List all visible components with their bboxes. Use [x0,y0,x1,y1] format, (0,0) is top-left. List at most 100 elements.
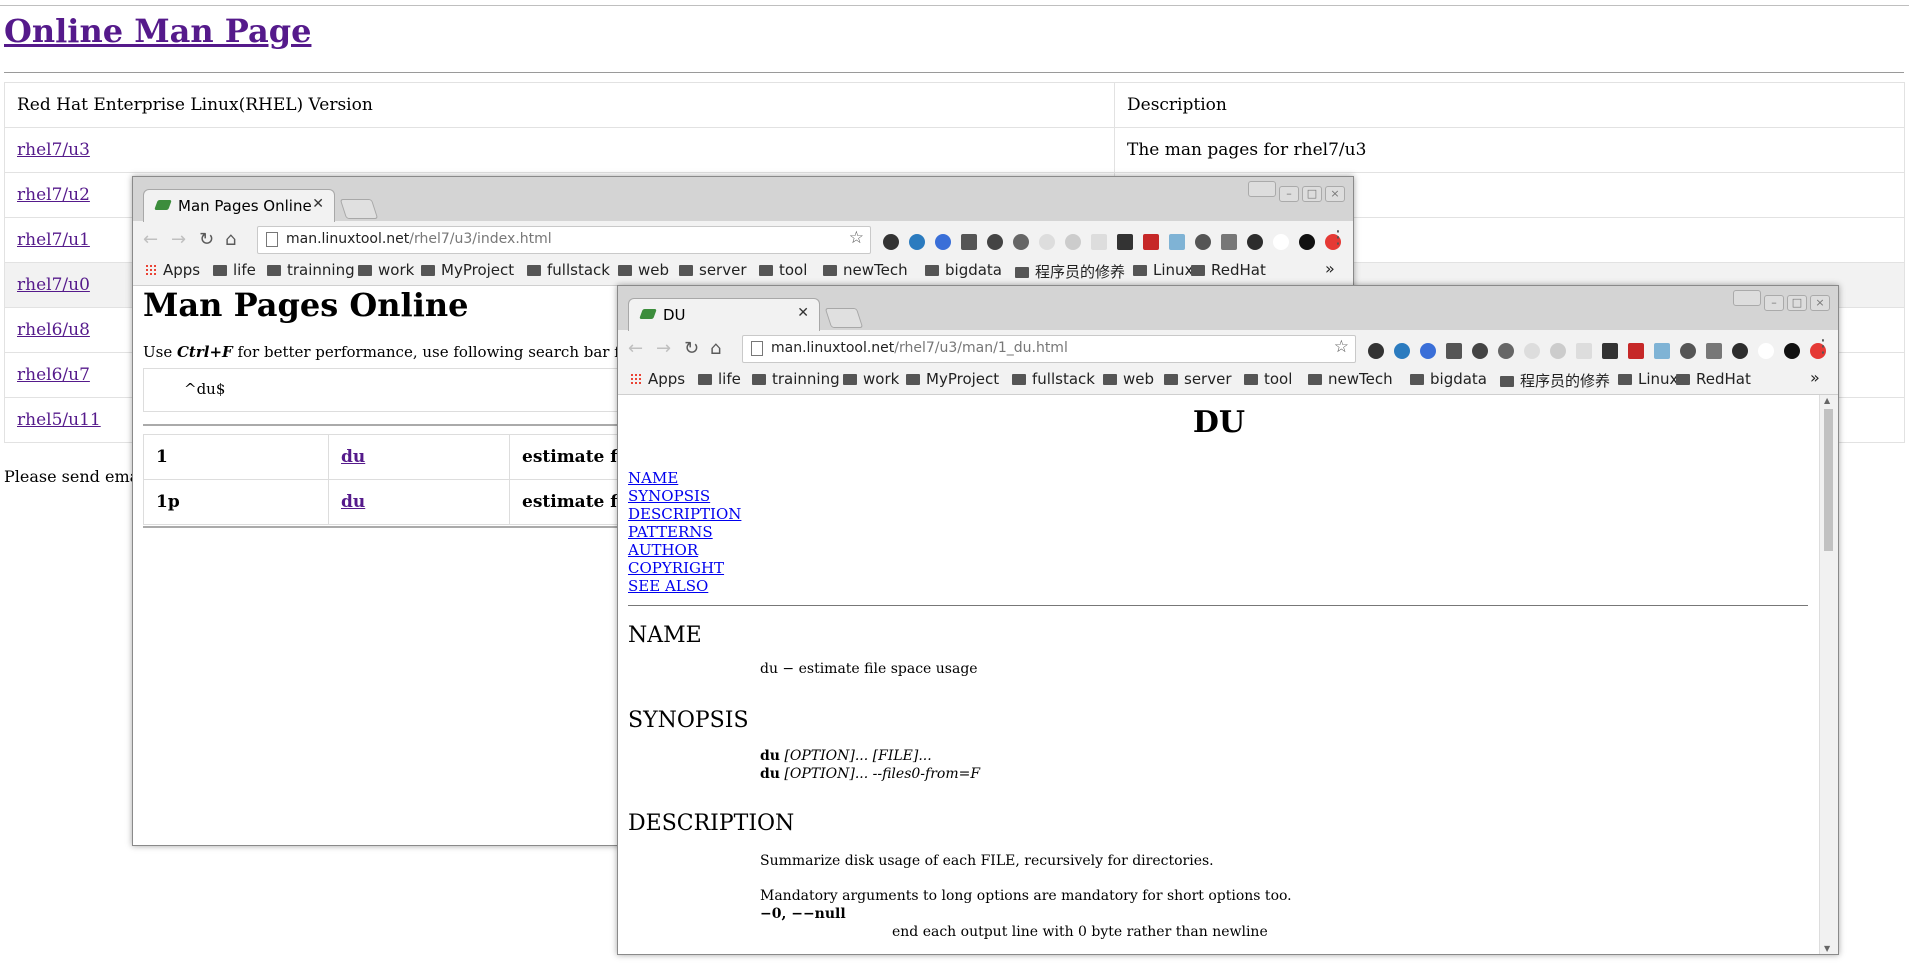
scrollbar-thumb[interactable] [1824,409,1833,551]
bookmark-folder[interactable]: MyProject [906,370,999,388]
extension-icon[interactable] [1550,342,1566,359]
new-tab-button[interactable] [339,199,379,219]
toc-link-patterns[interactable]: PATTERNS [628,523,741,541]
bookmark-folder[interactable]: Linux [1618,370,1678,388]
version-link[interactable]: rhel6/u8 [17,320,90,340]
s-extension-icon[interactable] [961,233,977,250]
new-tab-button[interactable] [824,308,864,328]
bookmark-folder[interactable]: trainning [267,261,355,279]
toc-link-name[interactable]: NAME [628,469,741,487]
bookmark-folder[interactable]: trainning [752,370,840,388]
toc-link-synopsis[interactable]: SYNOPSIS [628,487,741,505]
image-icon[interactable] [1169,233,1185,250]
address-bar[interactable]: man.linuxtool.net/rhel7/u3/index.html ☆ [257,226,871,254]
globe-icon[interactable] [935,233,951,250]
result-link[interactable]: du [341,447,365,467]
back-icon[interactable]: ← [628,338,643,359]
version-link[interactable]: rhel7/u0 [17,275,90,295]
bookmark-folder[interactable]: RedHat [1676,370,1751,388]
x-extension-icon[interactable] [1117,233,1133,250]
extension-icon[interactable] [1680,342,1696,359]
extension-icon[interactable] [1299,233,1315,250]
reload-icon[interactable]: ↻ [684,338,699,359]
bookmark-folder[interactable]: fullstack [527,261,610,279]
bookmark-folder[interactable]: 程序员的修养 [1500,370,1610,391]
version-link[interactable]: rhel6/u7 [17,365,90,385]
bookmark-folder[interactable]: bigdata [925,261,1002,279]
home-icon[interactable]: ⌂ [225,229,236,250]
cjs-icon[interactable] [1273,233,1289,250]
tab-man-pages-online[interactable]: Man Pages Online ✕ [143,189,335,222]
bookmark-folder[interactable]: life [213,261,256,279]
bookmark-folder[interactable]: server [679,261,746,279]
bookmarks-overflow-button[interactable]: » [1810,368,1820,387]
toc-link-description[interactable]: DESCRIPTION [628,505,741,523]
profile-icon[interactable] [1248,181,1276,197]
extension-icon[interactable] [1221,233,1237,250]
extension-icon[interactable] [1065,233,1081,250]
book-icon[interactable] [1628,342,1644,359]
bookmark-star-icon[interactable]: ☆ [1334,337,1349,357]
scroll-up-icon[interactable]: ▲ [1824,396,1830,405]
maximize-button[interactable]: □ [1302,186,1322,202]
gear-icon[interactable] [1368,342,1384,359]
bookmark-folder[interactable]: MyProject [421,261,514,279]
bookmark-folder[interactable]: work [843,370,899,388]
bookmark-star-icon[interactable]: ☆ [849,228,864,248]
bookmark-folder[interactable]: Linux [1133,261,1193,279]
x-extension-icon[interactable] [1602,342,1618,359]
bookmark-folder[interactable]: 程序员的修养 [1015,261,1125,282]
bookmark-apps[interactable]: Apps [630,370,685,388]
gear-icon[interactable] [883,233,899,250]
bookmarks-overflow-button[interactable]: » [1325,259,1335,278]
minimize-button[interactable]: – [1279,186,1299,202]
profile-icon[interactable] [1733,290,1761,306]
bookmark-folder[interactable]: tool [759,261,807,279]
angular-icon[interactable] [1472,342,1488,359]
globe-icon[interactable] [1420,342,1436,359]
bookmark-folder[interactable]: newTech [1308,370,1393,388]
version-link[interactable]: rhel5/u11 [17,410,101,430]
result-link[interactable]: du [341,492,365,512]
minimize-button[interactable]: – [1764,295,1784,311]
menu-icon[interactable]: ⋮ [1814,336,1832,357]
extension-icon[interactable] [1706,342,1722,359]
bookmark-folder[interactable]: bigdata [1410,370,1487,388]
version-link[interactable]: rhel7/u1 [17,230,90,250]
bookmark-folder[interactable]: server [1164,370,1231,388]
bookmark-folder[interactable]: web [618,261,669,279]
extension-icon[interactable] [1195,233,1211,250]
toc-link-copyright[interactable]: COPYRIGHT [628,559,741,577]
book-icon[interactable] [1143,233,1159,250]
maximize-button[interactable]: □ [1787,295,1807,311]
bookmark-folder[interactable]: work [358,261,414,279]
address-bar[interactable]: man.linuxtool.net/rhel7/u3/man/1_du.html… [742,335,1356,363]
bookmark-folder[interactable]: newTech [823,261,908,279]
home-icon[interactable]: ⌂ [710,338,721,359]
page-title-link[interactable]: Online Man Page [4,12,311,50]
globe-icon[interactable] [909,233,925,250]
extension-icon[interactable] [1091,233,1107,250]
back-icon[interactable]: ← [143,229,158,250]
s-extension-icon[interactable] [1446,342,1462,359]
extension-icon[interactable] [1039,233,1055,250]
toc-link-see-also[interactable]: SEE ALSO [628,577,741,595]
close-tab-icon[interactable]: ✕ [797,305,809,321]
bookmark-folder[interactable]: fullstack [1012,370,1095,388]
tab-du[interactable]: DU ✕ [628,298,820,331]
menu-icon[interactable]: ⋮ [1329,227,1347,248]
forward-icon[interactable]: → [656,338,671,359]
forward-icon[interactable]: → [171,229,186,250]
angular-icon[interactable] [987,233,1003,250]
bookmark-folder[interactable]: tool [1244,370,1292,388]
evernote-icon[interactable] [1247,233,1263,250]
bookmark-folder[interactable]: life [698,370,741,388]
sync-icon[interactable] [1013,233,1029,250]
sync-icon[interactable] [1498,342,1514,359]
bookmark-folder[interactable]: RedHat [1191,261,1266,279]
extension-icon[interactable] [1576,342,1592,359]
scroll-down-icon[interactable]: ▼ [1824,944,1830,953]
image-icon[interactable] [1654,342,1670,359]
bookmark-folder[interactable]: web [1103,370,1154,388]
close-window-button[interactable]: × [1810,295,1830,311]
